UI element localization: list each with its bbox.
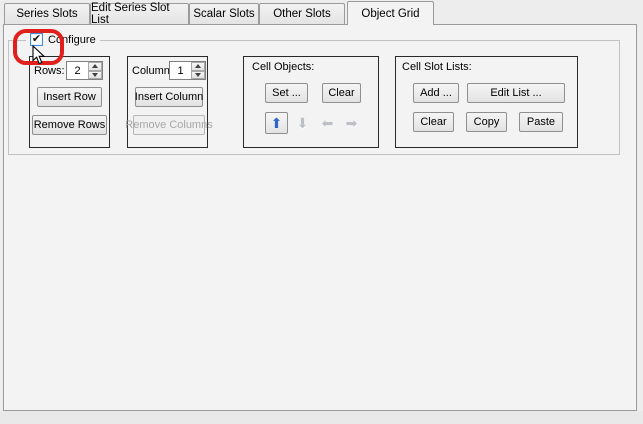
tab-series-slots[interactable]: Series Slots [4,3,90,24]
tab-object-grid[interactable]: Object Grid [347,1,434,25]
cell-slot-lists-add-button[interactable]: Add ... [413,83,459,103]
arrow-left-icon: ⬅ [322,115,334,132]
configure-checkbox[interactable]: ✔ [30,33,43,46]
spin-down-icon [195,73,201,77]
remove-columns-button[interactable]: Remove Columns [133,115,205,135]
cell-objects-clear-button[interactable]: Clear [322,83,361,103]
remove-rows-button[interactable]: Remove Rows [32,115,107,135]
columns-spinbox-value: 1 [170,62,191,79]
columns-spinbox[interactable]: 1 [169,61,206,80]
spin-up-icon [195,64,201,68]
rows-label: Rows: [34,65,65,77]
move-left-button[interactable]: ⬅ [317,113,338,133]
button-label: Remove Columns [125,119,212,131]
arrow-right-icon: ➡ [346,115,358,132]
arrow-down-icon: ⬇ [297,115,309,132]
button-label: Paste [527,116,555,128]
configure-groupbox-title: ✔ Configure [26,32,100,47]
columns-spin-down-button[interactable] [191,71,205,80]
cell-objects-title: Cell Objects: [252,61,314,73]
button-label: Insert Row [43,91,96,103]
tab-label: Scalar Slots [193,8,254,20]
button-label: Set ... [272,87,301,99]
button-label: Copy [474,116,500,128]
rows-spin-down-button[interactable] [88,71,102,80]
cell-slot-lists-title: Cell Slot Lists: [402,61,472,73]
spin-down-icon [92,73,98,77]
tab-label: Series Slots [16,8,77,20]
cell-slot-lists-paste-button[interactable]: Paste [519,112,563,132]
tab-label: Object Grid [361,8,419,20]
columns-spin-up-button[interactable] [191,62,205,71]
checkmark-icon: ✔ [32,34,41,45]
button-label: Clear [328,87,354,99]
button-label: Add ... [420,87,452,99]
cell-slot-lists-clear-button[interactable]: Clear [413,112,454,132]
cell-objects-set-button[interactable]: Set ... [265,83,308,103]
configure-label: Configure [48,34,96,46]
rows-spinbox[interactable]: 2 [66,61,103,80]
button-label: Clear [420,116,446,128]
object-grid-dialog: Series Slots Edit Series Slot List Scala… [0,0,643,424]
spin-up-icon [92,64,98,68]
cell-slot-lists-edit-list-button[interactable]: Edit List ... [467,83,565,103]
button-label: Insert Column [135,91,203,103]
button-label: Remove Rows [34,119,106,131]
insert-column-button[interactable]: Insert Column [135,87,203,107]
tab-edit-series-slot-list[interactable]: Edit Series Slot List [90,3,189,24]
tab-other-slots[interactable]: Other Slots [259,3,345,24]
insert-row-button[interactable]: Insert Row [37,87,102,107]
tab-label: Other Slots [273,8,331,20]
rows-spinbox-value: 2 [67,62,88,79]
move-down-button[interactable]: ⬇ [292,113,313,133]
tab-label: Edit Series Slot List [91,2,188,26]
button-label: Edit List ... [490,87,541,99]
rows-spin-up-button[interactable] [88,62,102,71]
move-right-button[interactable]: ➡ [341,113,362,133]
move-up-button[interactable]: ⬆ [265,112,288,134]
arrow-up-icon: ⬆ [271,115,283,132]
cell-slot-lists-copy-button[interactable]: Copy [466,112,507,132]
window-background [0,411,643,424]
tab-scalar-slots[interactable]: Scalar Slots [189,3,259,24]
